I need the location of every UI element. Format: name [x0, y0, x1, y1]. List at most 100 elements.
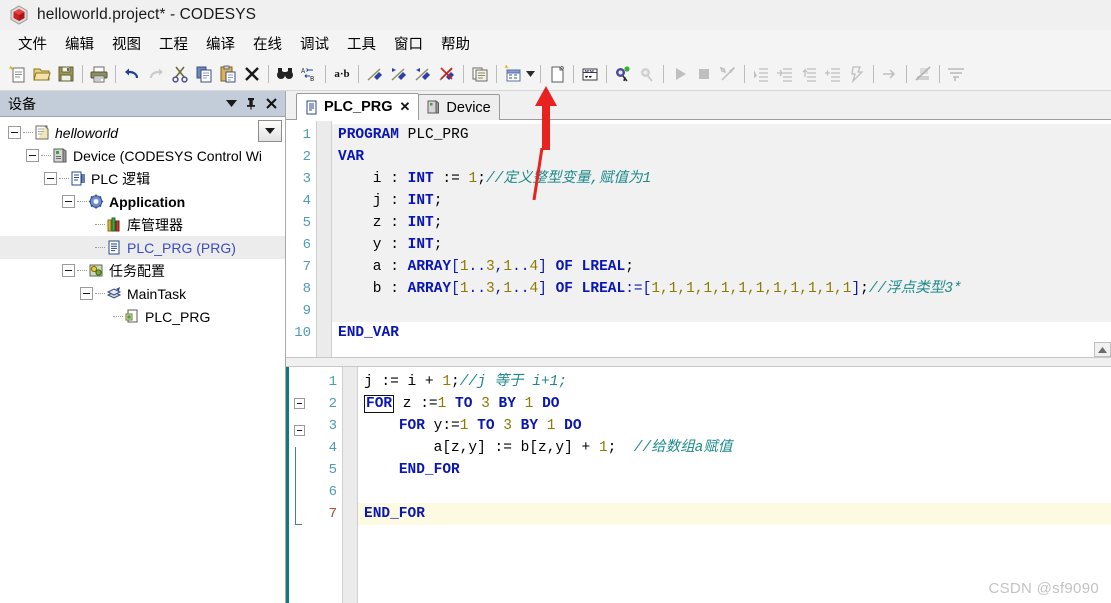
toolbar-separator	[358, 65, 359, 83]
editor-splitter[interactable]	[286, 357, 1111, 367]
task-config-icon	[87, 262, 105, 279]
tree-item-library-manager[interactable]: 库管理器	[0, 213, 285, 236]
menu-edit[interactable]: 编辑	[56, 31, 103, 57]
undo-icon[interactable]	[120, 62, 144, 86]
project-icon	[33, 124, 51, 141]
expander-minus-icon[interactable]	[8, 126, 21, 139]
expander-minus-icon[interactable]	[80, 287, 93, 300]
pane-pin-icon[interactable]	[241, 94, 261, 114]
add-object-icon[interactable]	[501, 62, 525, 86]
implementation-fold-column[interactable]	[286, 367, 312, 603]
pou-icon	[105, 239, 123, 256]
ab-label-icon[interactable]: a·b	[330, 62, 354, 86]
tab-device[interactable]: Device	[418, 94, 500, 120]
open-project-icon[interactable]	[30, 62, 54, 86]
pane-close-icon[interactable]	[261, 94, 281, 114]
code-line: a : ARRAY[1..3,1..4] OF LREAL;	[332, 256, 1111, 278]
tree-item-maintask[interactable]: MainTask	[0, 282, 285, 305]
tab-label: Device	[446, 99, 491, 116]
toolbar-separator	[906, 65, 907, 83]
implementation-code-lines[interactable]: j := i + 1;//j 等于 i+1; FOR z :=1 TO 3 BY …	[358, 367, 1111, 603]
bookmark-prev-icon[interactable]	[411, 62, 435, 86]
menu-window[interactable]: 窗口	[385, 31, 432, 57]
add-object-dropdown-caret[interactable]	[525, 62, 536, 86]
code-token: 1	[598, 440, 608, 456]
menu-project[interactable]: 工程	[150, 31, 197, 57]
main-area: 设备 helloworld Device (CODESYS Control Wi…	[0, 91, 1111, 603]
declaration-line-numbers: 1 2 3 4 5 6 7 8 9 10	[286, 120, 316, 357]
code-line: VAR	[332, 146, 1111, 168]
code-line: END_FOR	[358, 503, 1111, 525]
pane-menu-chevron-down-icon[interactable]	[221, 94, 241, 114]
code-token: PROGRAM	[338, 127, 399, 143]
fold-region-bar	[286, 469, 312, 491]
expander-minus-icon[interactable]	[62, 264, 75, 277]
tab-plc-prg[interactable]: PLC_PRG ✕	[296, 93, 420, 121]
cut-icon[interactable]	[168, 62, 192, 86]
line-number: 2	[328, 396, 337, 412]
code-token: :=	[625, 281, 643, 297]
tree-item-application[interactable]: Application	[0, 190, 285, 213]
tree-label: helloworld	[55, 124, 119, 141]
toolbar-separator	[496, 65, 497, 83]
code-token: TO	[455, 396, 473, 412]
properties-icon[interactable]	[468, 62, 492, 86]
menu-build[interactable]: 编译	[197, 31, 244, 57]
fold-minus-icon[interactable]	[286, 425, 312, 447]
menu-debug[interactable]: 调试	[291, 31, 338, 57]
code-token: y :	[338, 237, 408, 253]
code-token: 4	[529, 259, 539, 275]
delete-icon[interactable]	[240, 62, 264, 86]
debug-config-icon	[716, 62, 740, 86]
tree-item-device[interactable]: Device (CODESYS Control Wi	[0, 144, 285, 167]
tree-connector	[77, 270, 87, 271]
bookmark-next-icon[interactable]	[387, 62, 411, 86]
menu-online[interactable]: 在线	[244, 31, 291, 57]
menu-tools[interactable]: 工具	[338, 31, 385, 57]
find-icon[interactable]	[273, 62, 297, 86]
expander-minus-icon[interactable]	[26, 149, 39, 162]
fold-minus-icon[interactable]	[286, 398, 312, 420]
add-folder-icon[interactable]	[545, 62, 569, 86]
implementation-marker-column[interactable]	[286, 367, 358, 603]
save-project-icon[interactable]	[54, 62, 78, 86]
replace-icon[interactable]: A B	[297, 62, 321, 86]
declaration-code-lines[interactable]: PROGRAM PLC_PRG VAR i : INT := 1;//定义整型变量…	[332, 120, 1111, 357]
tab-close-icon[interactable]: ✕	[400, 99, 411, 115]
print-icon[interactable]	[87, 62, 111, 86]
declaration-marker-column[interactable]	[316, 120, 332, 357]
code-token: 1	[503, 259, 513, 275]
tree-item-helloworld[interactable]: helloworld	[0, 121, 285, 144]
tree-item-plc-logic[interactable]: PLC 逻辑	[0, 167, 285, 190]
toolbar-separator	[325, 65, 326, 83]
copy-icon[interactable]	[192, 62, 216, 86]
code-token: //浮点类型3*	[868, 281, 962, 297]
menu-view[interactable]: 视图	[103, 31, 150, 57]
declaration-scroll-up-button[interactable]	[1094, 342, 1111, 357]
bookmark-clear-icon[interactable]	[435, 62, 459, 86]
expander-minus-icon[interactable]	[62, 195, 75, 208]
code-token: 3	[485, 259, 495, 275]
toolbar-separator	[115, 65, 116, 83]
pou-icon	[304, 100, 319, 115]
bookmark-toggle-icon[interactable]	[363, 62, 387, 86]
tree-item-task-configuration[interactable]: 任务配置	[0, 259, 285, 282]
declaration-editor[interactable]: 1 2 3 4 5 6 7 8 9 10 PROGRAM PLC_PRG VAR …	[286, 120, 1111, 357]
expander-minus-icon[interactable]	[44, 172, 57, 185]
code-token: INT	[407, 193, 434, 209]
devices-pane-header: 设备	[0, 91, 285, 117]
menu-help[interactable]: 帮助	[432, 31, 479, 57]
tree-item-plc-prg-pou[interactable]: PLC_PRG (PRG)	[0, 236, 285, 259]
menu-file[interactable]: 文件	[9, 31, 56, 57]
paste-icon[interactable]	[216, 62, 240, 86]
implementation-editor[interactable]: 1 2 3 4 5 6 7 j := i + 1;//j 等于 i+1; FOR …	[286, 367, 1111, 603]
new-project-icon[interactable]	[6, 62, 30, 86]
build-icon[interactable]	[578, 62, 602, 86]
code-line: END_FOR	[358, 459, 1111, 481]
login-icon[interactable]	[611, 62, 635, 86]
line-number: 9	[302, 303, 311, 319]
tree-item-maintask-plc-prg[interactable]: PLC_PRG	[0, 305, 285, 328]
code-line: j : INT;	[332, 190, 1111, 212]
tree-connector	[77, 201, 87, 202]
